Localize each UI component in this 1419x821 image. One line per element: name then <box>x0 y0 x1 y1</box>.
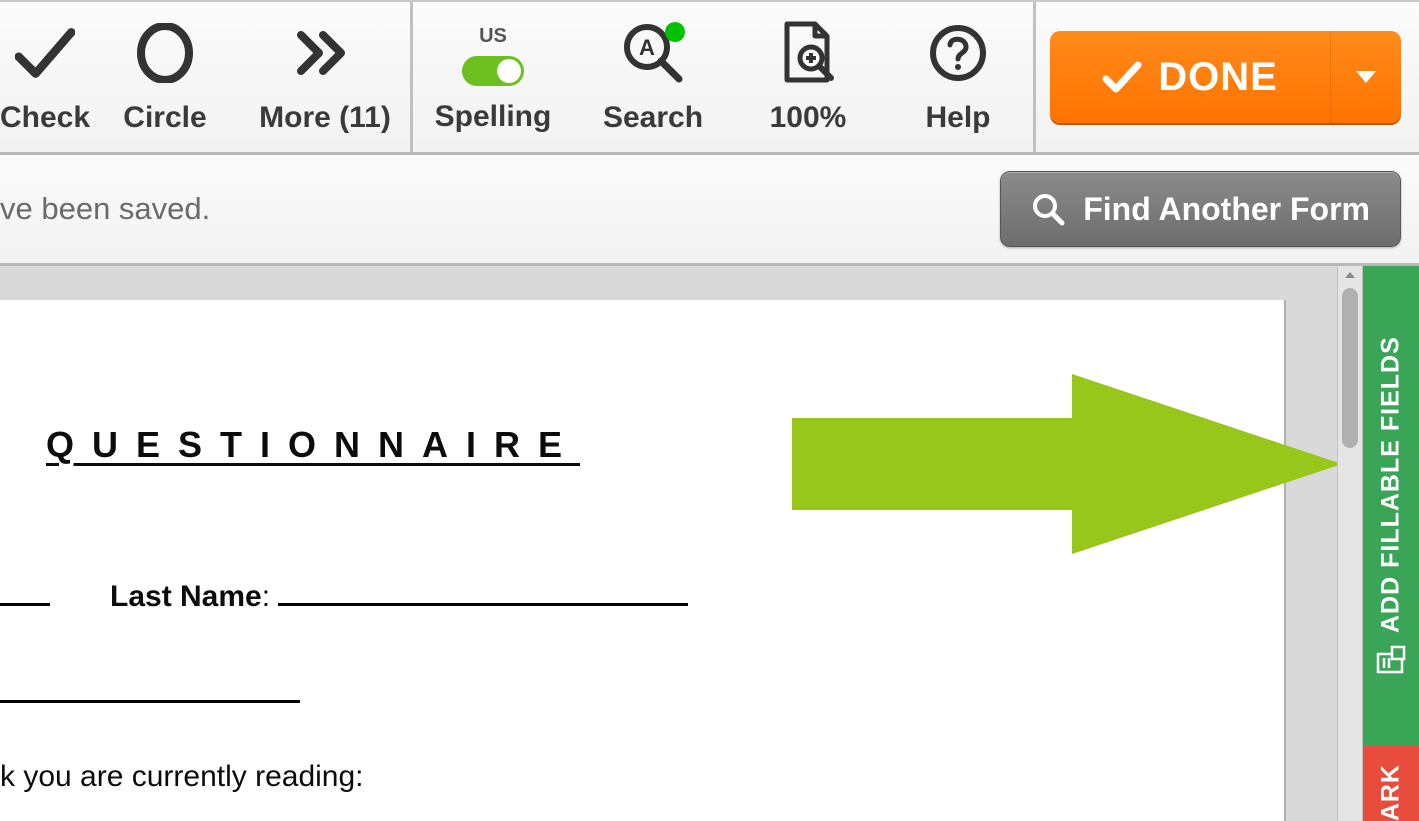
main-toolbar: Check Circle More (11) US Spelling <box>0 0 1419 155</box>
mark-label: MARK <box>1377 764 1406 821</box>
last-name-field-line[interactable] <box>278 603 688 606</box>
check-button[interactable]: Check <box>0 2 90 152</box>
done-split-button: DONE <box>1050 31 1401 123</box>
more-button[interactable]: More (11) <box>240 2 410 152</box>
work-area: QUESTIONNAIRE Last Name : k you are curr… <box>0 266 1419 821</box>
help-icon <box>928 19 988 87</box>
arrow-right-icon <box>792 374 1342 554</box>
circle-icon <box>135 19 195 87</box>
circle-label: Circle <box>123 101 206 135</box>
search-label: Search <box>603 101 703 135</box>
add-fillable-fields-tab[interactable]: ADD FILLABLE FIELDS <box>1363 266 1419 746</box>
caret-down-icon <box>1354 69 1378 85</box>
document-fields-icon <box>1376 645 1406 675</box>
help-label: Help <box>925 101 990 135</box>
reading-prompt: k you are currently reading: <box>0 760 364 794</box>
magnifier-icon <box>1031 192 1065 226</box>
notification-dot <box>665 22 685 42</box>
svg-text:A: A <box>639 35 655 60</box>
done-button[interactable]: DONE <box>1050 31 1330 123</box>
done-button-container: DONE <box>1036 2 1419 152</box>
check-icon <box>15 19 75 87</box>
find-another-form-button[interactable]: Find Another Form <box>1000 171 1401 247</box>
done-dropdown-button[interactable] <box>1330 31 1401 123</box>
done-label: DONE <box>1158 55 1278 100</box>
spelling-locale-label: US <box>479 25 507 48</box>
last-name-row: Last Name : <box>0 580 688 614</box>
find-form-label: Find Another Form <box>1083 191 1370 228</box>
last-name-label: Last Name <box>110 580 262 614</box>
more-label: More (11) <box>259 101 391 135</box>
toggle-knob <box>497 59 521 83</box>
scroll-thumb[interactable] <box>1342 288 1358 448</box>
spelling-toggle[interactable] <box>462 56 524 86</box>
blank-line <box>0 603 50 606</box>
mark-tab[interactable]: MARK <box>1363 746 1419 821</box>
check-label: Check <box>0 101 90 135</box>
chevron-double-right-icon <box>297 19 353 87</box>
spelling-button[interactable]: US Spelling <box>413 2 573 152</box>
add-fillable-fields-label: ADD FILLABLE FIELDS <box>1377 337 1406 634</box>
document-title: QUESTIONNAIRE <box>46 424 580 466</box>
circle-button[interactable]: Circle <box>90 2 240 152</box>
check-icon <box>1102 59 1142 95</box>
zoom-label: 100% <box>770 101 847 135</box>
blank-line <box>0 700 300 703</box>
scroll-up-button[interactable] <box>1338 268 1362 282</box>
view-tools-group: US Spelling A Search <box>413 2 1033 152</box>
vertical-scrollbar[interactable] <box>1337 266 1363 821</box>
annotate-tools-group: Check Circle More (11) <box>0 2 410 152</box>
help-button[interactable]: Help <box>883 2 1033 152</box>
search-button[interactable]: A Search <box>573 2 733 152</box>
document-page[interactable]: QUESTIONNAIRE Last Name : k you are curr… <box>0 300 1286 821</box>
spelling-label: Spelling <box>435 100 552 134</box>
side-tabs: ADD FILLABLE FIELDS MARK <box>1363 266 1419 821</box>
zoom-document-icon <box>777 19 839 87</box>
zoom-button[interactable]: 100% <box>733 2 883 152</box>
status-text: ve been saved. <box>0 191 210 227</box>
secondary-bar: ve been saved. Find Another Form <box>0 155 1419 266</box>
